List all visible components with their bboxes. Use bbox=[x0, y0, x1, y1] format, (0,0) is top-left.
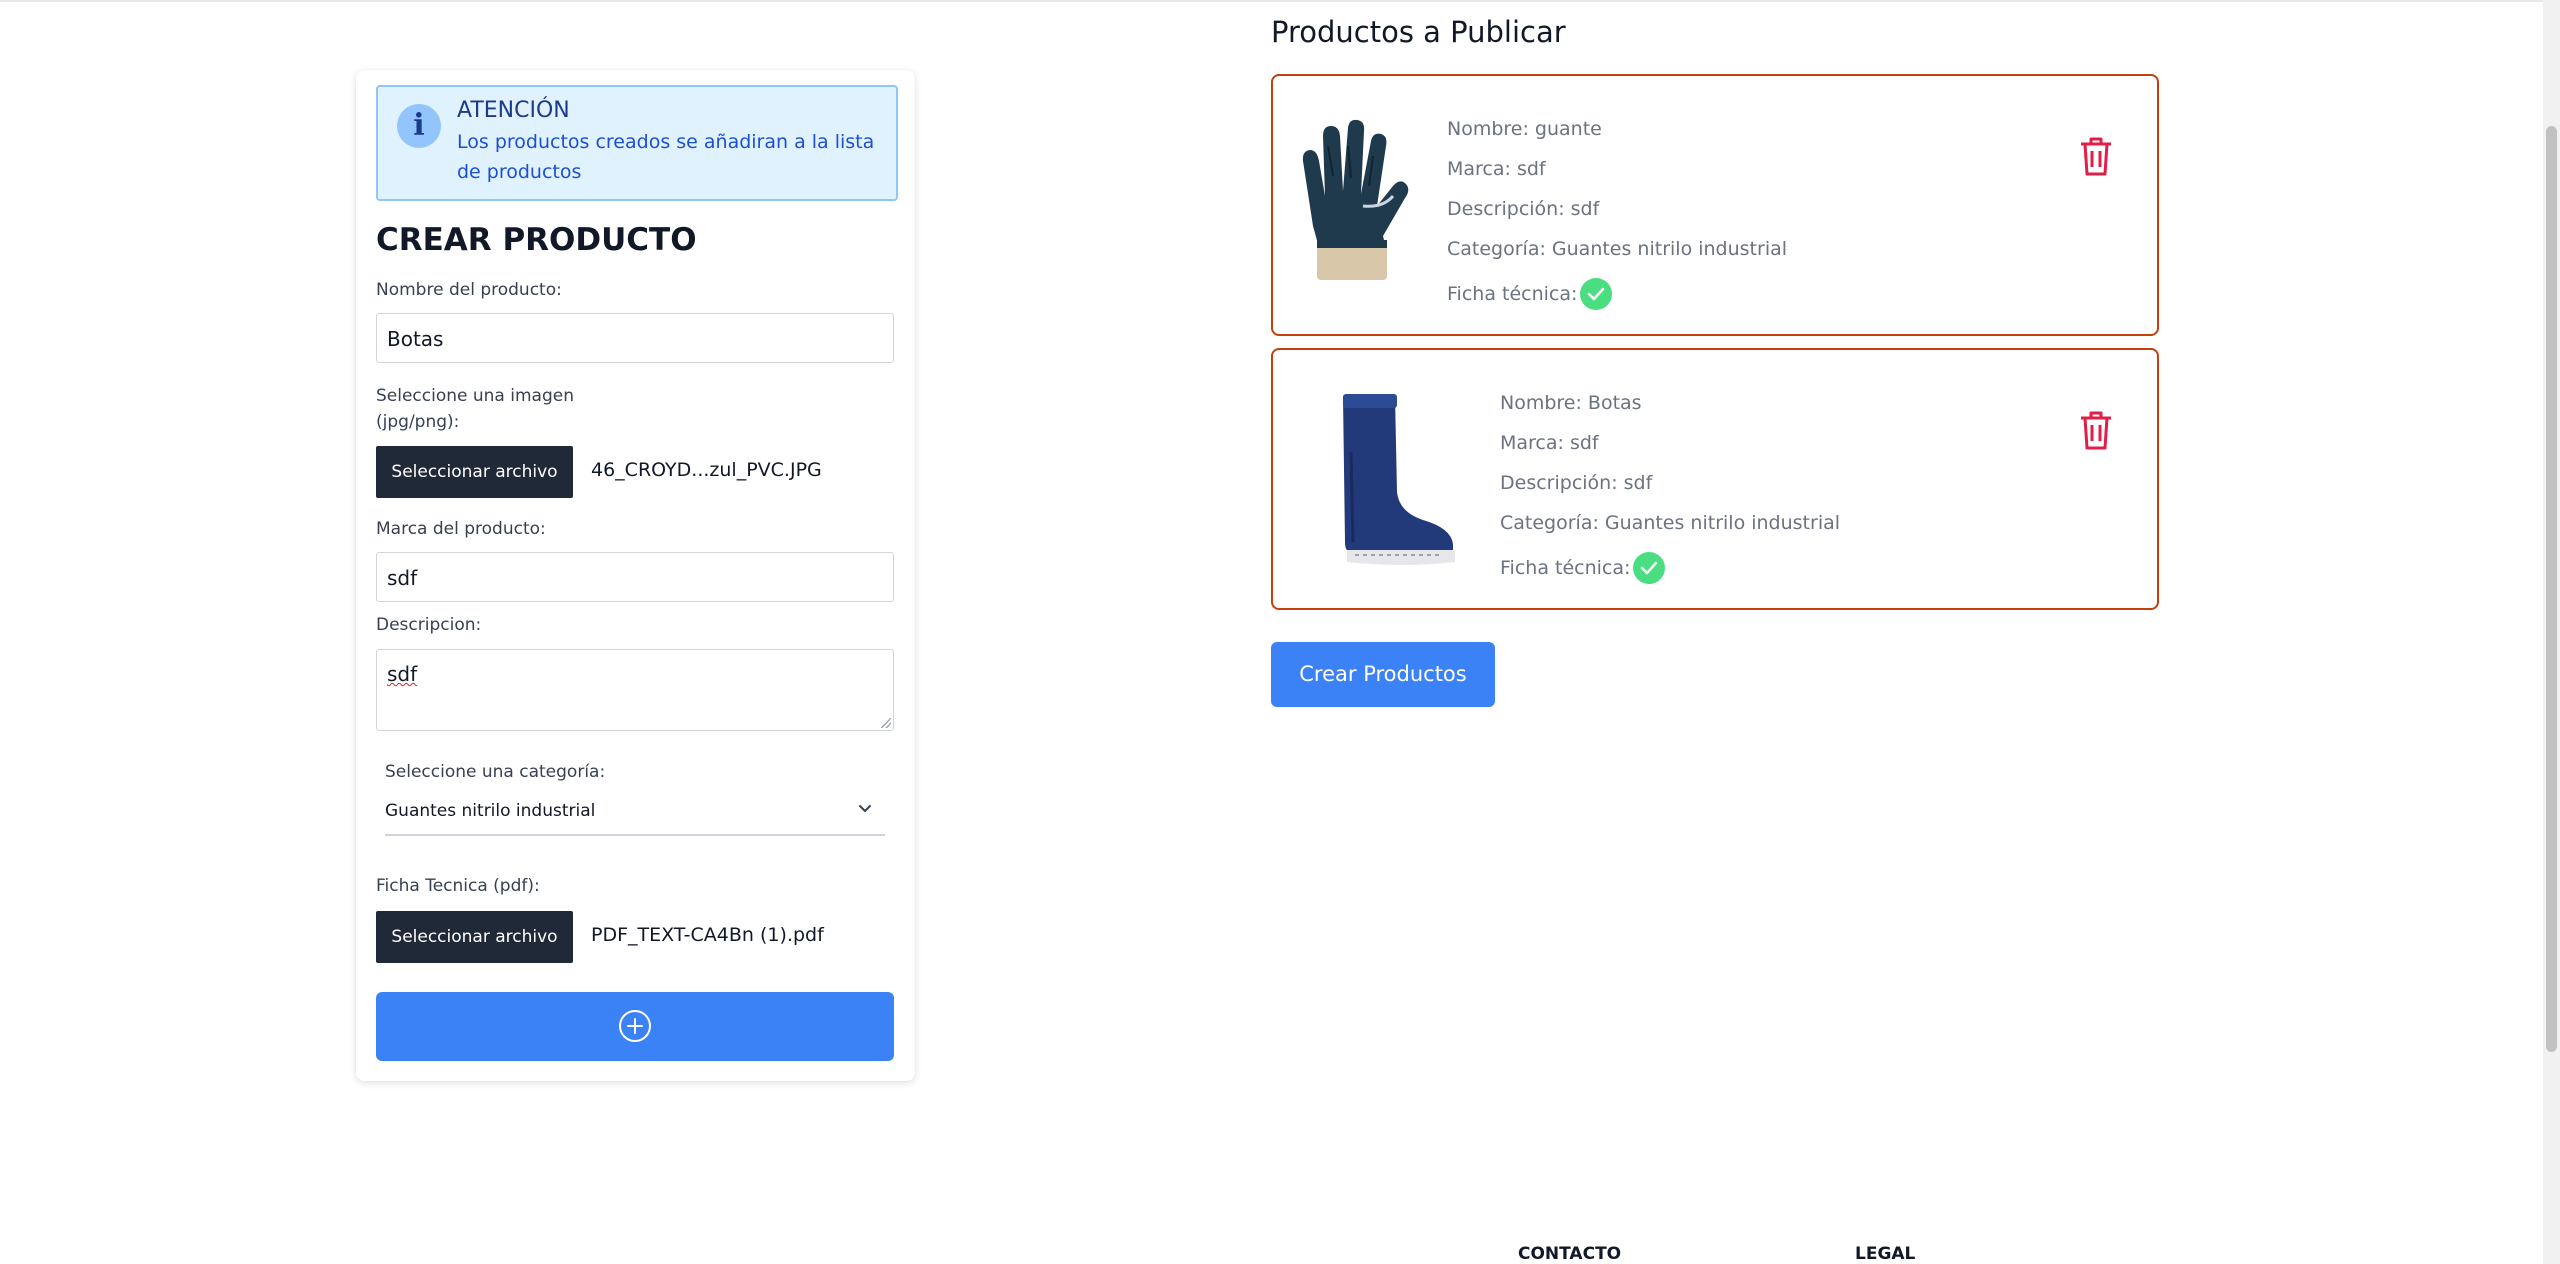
form-title: CREAR PRODUCTO bbox=[376, 222, 697, 258]
create-products-button[interactable]: Crear Productos bbox=[1271, 642, 1495, 707]
category-select[interactable]: Guantes nitrilo industrial bbox=[385, 788, 885, 836]
vertical-scrollbar[interactable] bbox=[2543, 0, 2560, 1264]
datasheet-label: Ficha Tecnica (pdf): bbox=[376, 876, 540, 896]
product-name: Nombre: guante bbox=[1447, 118, 1602, 140]
product-description: Descripción: sdf bbox=[1500, 472, 1653, 494]
select-datasheet-button[interactable]: Seleccionar archivo bbox=[376, 911, 573, 963]
product-category: Categoría: Guantes nitrilo industrial bbox=[1500, 512, 1841, 534]
trash-icon[interactable] bbox=[2079, 136, 2113, 176]
alert-message: Los productos creados se añadiran a la l… bbox=[457, 131, 875, 183]
products-to-publish-title: Productos a Publicar bbox=[1271, 15, 1566, 49]
boot-image bbox=[1343, 394, 1455, 565]
image-file-name: 46_CROYD...zul_PVC.JPG bbox=[591, 459, 822, 481]
check-icon bbox=[1580, 278, 1612, 310]
chevron-down-icon bbox=[859, 805, 871, 812]
product-category: Categoría: Guantes nitrilo industrial bbox=[1447, 238, 1788, 260]
product-datasheet-label: Ficha técnica: bbox=[1447, 283, 1578, 305]
footer-legal-heading: LEGAL bbox=[1855, 1244, 1916, 1264]
resize-handle[interactable] bbox=[881, 718, 891, 728]
image-label-line2: (jpg/png): bbox=[376, 412, 460, 432]
product-name: Nombre: Botas bbox=[1500, 392, 1642, 414]
check-icon bbox=[1633, 552, 1665, 584]
top-border bbox=[0, 0, 2543, 2]
product-card: Nombre: guante Marca: sdf Descripción: s… bbox=[1271, 74, 2159, 336]
glove-image bbox=[1302, 119, 1409, 280]
product-brand: Marca: sdf bbox=[1447, 158, 1546, 180]
plus-circle-icon bbox=[619, 1010, 651, 1042]
scrollbar-thumb[interactable] bbox=[2546, 126, 2557, 1052]
info-icon: i bbox=[397, 104, 441, 148]
datasheet-file-name: PDF_TEXT-CA4Bn (1).pdf bbox=[591, 924, 824, 946]
description-label: Descripcion: bbox=[376, 615, 482, 635]
footer-contact-heading: CONTACTO bbox=[1518, 1244, 1622, 1264]
product-datasheet-label: Ficha técnica: bbox=[1500, 557, 1631, 579]
product-description: Descripción: sdf bbox=[1447, 198, 1600, 220]
product-card: Nombre: Botas Marca: sdf Descripción: sd… bbox=[1271, 348, 2159, 610]
brand-input[interactable]: sdf bbox=[376, 552, 894, 602]
product-name-input[interactable]: Botas bbox=[376, 313, 894, 363]
product-brand: Marca: sdf bbox=[1500, 432, 1599, 454]
category-label: Seleccione una categoría: bbox=[385, 762, 606, 782]
image-label-line1: Seleccione una imagen bbox=[376, 386, 574, 406]
alert-title: ATENCIÓN bbox=[457, 98, 570, 123]
add-product-button[interactable] bbox=[376, 992, 894, 1061]
trash-icon[interactable] bbox=[2079, 410, 2113, 450]
brand-label: Marca del producto: bbox=[376, 519, 546, 539]
category-selected-value: Guantes nitrilo industrial bbox=[385, 801, 596, 821]
product-name-label: Nombre del producto: bbox=[376, 280, 562, 300]
description-textarea[interactable]: sdf bbox=[376, 649, 894, 731]
attention-alert: i ATENCIÓN Los productos creados se añad… bbox=[376, 85, 898, 201]
create-product-card: i ATENCIÓN Los productos creados se añad… bbox=[356, 70, 915, 1081]
select-image-button[interactable]: Seleccionar archivo bbox=[376, 446, 573, 498]
description-value: sdf bbox=[387, 662, 418, 686]
